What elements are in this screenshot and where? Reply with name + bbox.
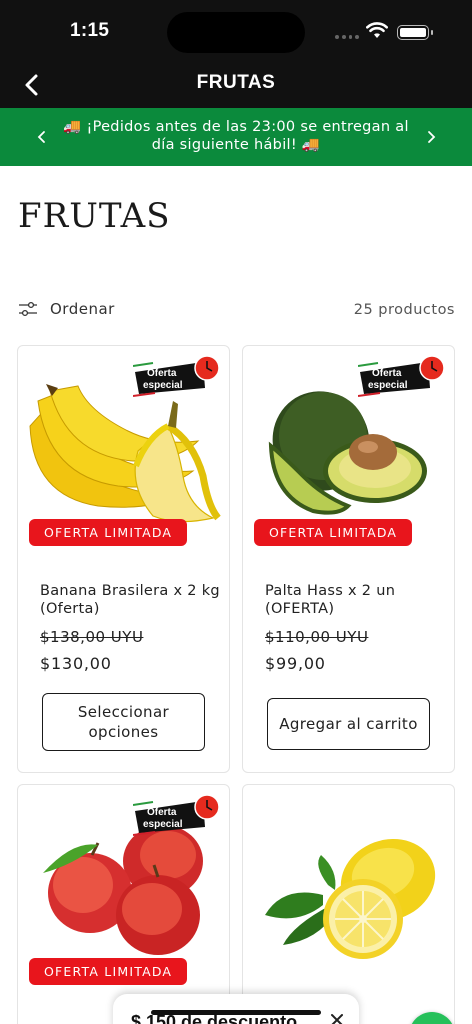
- old-price: $138,00 UYU: [40, 628, 144, 646]
- sale-badge: OFERTA LIMITADA: [29, 958, 188, 985]
- product-card-lemon[interactable]: [242, 784, 455, 1024]
- page-title: FRUTAS: [18, 196, 171, 236]
- special-offer-badge: Oferta especial: [358, 355, 445, 397]
- header-title: FRUTAS: [196, 72, 276, 93]
- announcement-banner: 🚚 ¡Pedidos antes de las 23:00 se entrega…: [0, 108, 472, 166]
- svg-text:Oferta: Oferta: [147, 368, 177, 379]
- close-icon[interactable]: [329, 1012, 345, 1024]
- sale-price: $130,00: [40, 654, 112, 673]
- status-bar: 1:15: [0, 0, 472, 62]
- add-to-cart-button[interactable]: Agregar al carrito: [267, 698, 430, 750]
- status-time: 1:15: [70, 20, 110, 41]
- battery-icon: [397, 25, 433, 40]
- svg-text:especial: especial: [143, 380, 183, 391]
- signal-icon: [335, 35, 359, 39]
- product-card-avocado[interactable]: Oferta especial OFERTA LIMITADA Palta Ha…: [242, 345, 455, 773]
- sort-button[interactable]: Ordenar: [18, 300, 115, 318]
- dynamic-island: [167, 12, 305, 53]
- home-indicator: [151, 1010, 321, 1015]
- sale-badge: OFERTA LIMITADA: [29, 519, 188, 546]
- banner-prev-button[interactable]: [27, 123, 55, 151]
- lemon-image: [265, 838, 436, 959]
- old-price: $110,00 UYU: [265, 628, 369, 646]
- discount-popup[interactable]: $ 150 de descuento: [113, 994, 359, 1024]
- wifi-icon: [366, 22, 388, 38]
- product-count: 25 productos: [353, 302, 455, 318]
- sale-badge: OFERTA LIMITADA: [254, 519, 413, 546]
- product-card-apple[interactable]: Oferta especial OFERTA LIMITADA: [17, 784, 230, 1024]
- special-offer-badge: Oferta especial: [133, 355, 220, 397]
- sort-toolbar: Ordenar 25 productos: [18, 300, 455, 324]
- special-offer-badge: Oferta especial: [133, 794, 220, 836]
- banner-text: 🚚 ¡Pedidos antes de las 23:00 se entrega…: [63, 119, 409, 153]
- top-header: FRUTAS: [0, 62, 472, 108]
- filter-sliders-icon: [19, 301, 37, 317]
- sale-price: $99,00: [265, 654, 326, 673]
- product-name[interactable]: Banana Brasilera x 2 kg (Oferta): [40, 582, 220, 618]
- svg-text:especial: especial: [368, 380, 408, 391]
- sort-label: Ordenar: [50, 300, 115, 318]
- product-card-banana[interactable]: Oferta especial OFERTA LIMITADA Banana B…: [17, 345, 230, 773]
- banner-next-button[interactable]: [417, 123, 445, 151]
- product-name[interactable]: Palta Hass x 2 un (OFERTA): [265, 582, 445, 618]
- chevron-right-icon: [427, 131, 435, 143]
- svg-text:Oferta: Oferta: [147, 807, 177, 818]
- svg-text:Oferta: Oferta: [372, 368, 402, 379]
- select-options-button[interactable]: Seleccionar opciones: [42, 693, 205, 751]
- chevron-left-icon: [37, 131, 45, 143]
- svg-text:especial: especial: [143, 819, 183, 830]
